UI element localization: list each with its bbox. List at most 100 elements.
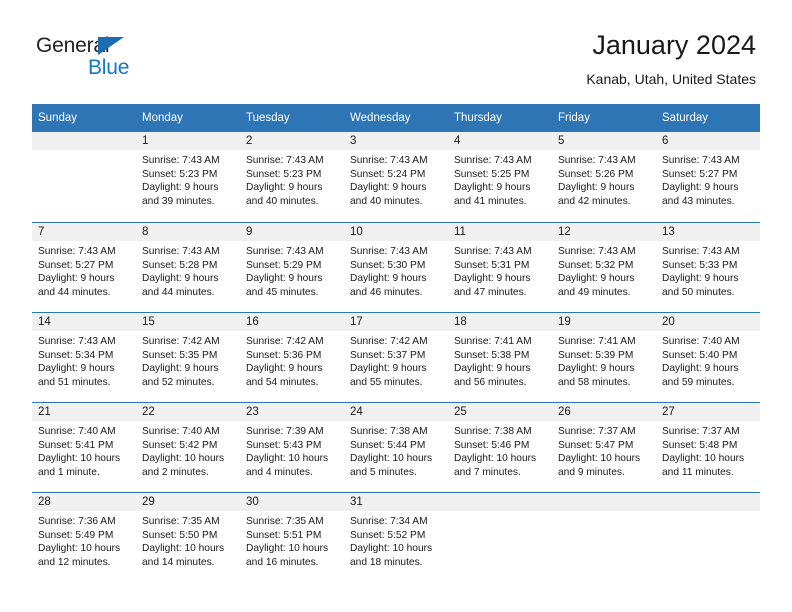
calendar-day-cell[interactable]: 24 Sunrise: 7:38 AM Sunset: 5:44 PM Dayligh… bbox=[344, 402, 448, 492]
calendar-day-cell[interactable]: 30 Sunrise: 7:35 AM Sunset: 5:51 PM Dayligh… bbox=[240, 492, 344, 582]
calendar-day-cell[interactable]: 21 Sunrise: 7:40 AM Sunset: 5:41 PM Dayligh… bbox=[32, 402, 136, 492]
sunrise-text: Sunrise: 7:41 AM bbox=[558, 336, 636, 347]
calendar-day-cell[interactable]: 23 Sunrise: 7:39 AM Sunset: 5:43 PM Dayligh… bbox=[240, 402, 344, 492]
day-details: Sunrise: 7:38 AM Sunset: 5:44 PM Daylight:… bbox=[344, 421, 448, 479]
sunrise-text: Sunrise: 7:35 AM bbox=[246, 516, 324, 527]
sunset-text: Sunset: 5:28 PM bbox=[142, 259, 218, 271]
day-cell-body: 19 Sunrise: 7:41 AM Sunset: 5:39 PM Dayligh… bbox=[552, 312, 656, 402]
logo-text-blue: Blue bbox=[88, 56, 130, 79]
day-cell-body: 30 Sunrise: 7:35 AM Sunset: 5:51 PM Dayligh… bbox=[240, 492, 344, 582]
daylight-text-line2: and 52 minutes. bbox=[142, 376, 215, 388]
daylight-text-line2: and 18 minutes. bbox=[350, 556, 423, 568]
calendar-day-cell[interactable]: 28 Sunrise: 7:36 AM Sunset: 5:49 PM Dayligh… bbox=[32, 492, 136, 582]
day-cell-body: 14 Sunrise: 7:43 AM Sunset: 5:34 PM Dayligh… bbox=[32, 312, 136, 402]
sunrise-text: Sunrise: 7:43 AM bbox=[662, 155, 740, 166]
calendar-day-cell[interactable] bbox=[552, 492, 656, 582]
sunset-text: Sunset: 5:44 PM bbox=[350, 439, 426, 451]
daylight-text-line1: Daylight: 9 hours bbox=[662, 182, 739, 194]
calendar-day-cell[interactable]: 5 Sunrise: 7:43 AM Sunset: 5:26 PM Daylight… bbox=[552, 132, 656, 222]
calendar-day-cell[interactable]: 4 Sunrise: 7:43 AM Sunset: 5:25 PM Daylight… bbox=[448, 132, 552, 222]
day-details: Sunrise: 7:43 AM Sunset: 5:26 PM Daylight:… bbox=[552, 150, 656, 208]
day-details: Sunrise: 7:37 AM Sunset: 5:47 PM Daylight:… bbox=[552, 421, 656, 479]
calendar-day-cell[interactable]: 8 Sunrise: 7:43 AM Sunset: 5:28 PM Daylight… bbox=[136, 222, 240, 312]
day-details: Sunrise: 7:43 AM Sunset: 5:33 PM Daylight:… bbox=[656, 241, 760, 299]
calendar-grid: Sunday Monday Tuesday Wednesday Thursday… bbox=[32, 104, 760, 582]
day-number: 1 bbox=[136, 132, 240, 150]
day-details: Sunrise: 7:42 AM Sunset: 5:35 PM Daylight:… bbox=[136, 331, 240, 389]
daylight-text-line2: and 50 minutes. bbox=[662, 286, 735, 298]
day-number: 10 bbox=[344, 223, 448, 241]
day-cell-body: 8 Sunrise: 7:43 AM Sunset: 5:28 PM Daylight… bbox=[136, 222, 240, 312]
calendar-day-cell[interactable]: 7 Sunrise: 7:43 AM Sunset: 5:27 PM Daylight… bbox=[32, 222, 136, 312]
day-number: 14 bbox=[32, 313, 136, 331]
day-number: 12 bbox=[552, 223, 656, 241]
calendar-day-cell[interactable]: 26 Sunrise: 7:37 AM Sunset: 5:47 PM Dayligh… bbox=[552, 402, 656, 492]
day-details: Sunrise: 7:43 AM Sunset: 5:31 PM Daylight:… bbox=[448, 241, 552, 299]
calendar-day-cell[interactable]: 12 Sunrise: 7:43 AM Sunset: 5:32 PM Dayligh… bbox=[552, 222, 656, 312]
sunrise-text: Sunrise: 7:36 AM bbox=[38, 516, 116, 527]
sunrise-text: Sunrise: 7:42 AM bbox=[142, 336, 220, 347]
daylight-text-line2: and 40 minutes. bbox=[246, 195, 319, 207]
calendar-day-cell[interactable]: 25 Sunrise: 7:38 AM Sunset: 5:46 PM Dayligh… bbox=[448, 402, 552, 492]
day-details: Sunrise: 7:43 AM Sunset: 5:28 PM Daylight:… bbox=[136, 241, 240, 299]
calendar-day-cell[interactable]: 11 Sunrise: 7:43 AM Sunset: 5:31 PM Dayligh… bbox=[448, 222, 552, 312]
day-number bbox=[656, 493, 760, 511]
sunrise-text: Sunrise: 7:43 AM bbox=[38, 246, 116, 257]
calendar-day-cell[interactable]: 3 Sunrise: 7:43 AM Sunset: 5:24 PM Daylight… bbox=[344, 132, 448, 222]
calendar-day-cell[interactable]: 6 Sunrise: 7:43 AM Sunset: 5:27 PM Daylight… bbox=[656, 132, 760, 222]
day-details: Sunrise: 7:35 AM Sunset: 5:50 PM Daylight:… bbox=[136, 511, 240, 569]
calendar-day-cell[interactable]: 20 Sunrise: 7:40 AM Sunset: 5:40 PM Dayligh… bbox=[656, 312, 760, 402]
day-number: 22 bbox=[136, 403, 240, 421]
daylight-text-line2: and 7 minutes. bbox=[454, 466, 521, 478]
sunset-text: Sunset: 5:40 PM bbox=[662, 349, 738, 361]
day-cell-body: 20 Sunrise: 7:40 AM Sunset: 5:40 PM Dayligh… bbox=[656, 312, 760, 402]
day-number: 4 bbox=[448, 132, 552, 150]
calendar-day-cell[interactable] bbox=[448, 492, 552, 582]
day-details: Sunrise: 7:43 AM Sunset: 5:25 PM Daylight:… bbox=[448, 150, 552, 208]
calendar-day-cell[interactable]: 2 Sunrise: 7:43 AM Sunset: 5:23 PM Daylight… bbox=[240, 132, 344, 222]
general-blue-logo[interactable]: General Blue bbox=[36, 34, 296, 90]
calendar-week-row: 21 Sunrise: 7:40 AM Sunset: 5:41 PM Dayligh… bbox=[32, 402, 760, 492]
calendar-day-cell[interactable]: 15 Sunrise: 7:42 AM Sunset: 5:35 PM Dayligh… bbox=[136, 312, 240, 402]
calendar-day-cell[interactable]: 1 Sunrise: 7:43 AM Sunset: 5:23 PM Daylight… bbox=[136, 132, 240, 222]
calendar-day-cell[interactable]: 27 Sunrise: 7:37 AM Sunset: 5:48 PM Dayligh… bbox=[656, 402, 760, 492]
daylight-text-line1: Daylight: 10 hours bbox=[38, 543, 121, 555]
day-details: Sunrise: 7:43 AM Sunset: 5:29 PM Daylight:… bbox=[240, 241, 344, 299]
calendar-day-cell[interactable]: 17 Sunrise: 7:42 AM Sunset: 5:37 PM Dayligh… bbox=[344, 312, 448, 402]
sunrise-text: Sunrise: 7:38 AM bbox=[350, 426, 428, 437]
sunrise-text: Sunrise: 7:42 AM bbox=[246, 336, 324, 347]
day-number: 7 bbox=[32, 223, 136, 241]
daylight-text-line1: Daylight: 9 hours bbox=[38, 273, 115, 285]
calendar-day-cell[interactable] bbox=[656, 492, 760, 582]
sunset-text: Sunset: 5:49 PM bbox=[38, 529, 114, 541]
sunrise-text: Sunrise: 7:37 AM bbox=[558, 426, 636, 437]
sunrise-text: Sunrise: 7:40 AM bbox=[142, 426, 220, 437]
daylight-text-line1: Daylight: 10 hours bbox=[558, 453, 641, 465]
calendar-day-cell[interactable]: 13 Sunrise: 7:43 AM Sunset: 5:33 PM Dayligh… bbox=[656, 222, 760, 312]
weekday-header-sunday: Sunday bbox=[32, 104, 136, 132]
daylight-text-line2: and 45 minutes. bbox=[246, 286, 319, 298]
daylight-text-line2: and 49 minutes. bbox=[558, 286, 631, 298]
calendar-day-cell[interactable]: 18 Sunrise: 7:41 AM Sunset: 5:38 PM Dayligh… bbox=[448, 312, 552, 402]
calendar-day-cell[interactable]: 31 Sunrise: 7:34 AM Sunset: 5:52 PM Dayligh… bbox=[344, 492, 448, 582]
calendar-day-cell[interactable]: 22 Sunrise: 7:40 AM Sunset: 5:42 PM Dayligh… bbox=[136, 402, 240, 492]
daylight-text-line1: Daylight: 10 hours bbox=[662, 453, 745, 465]
sunset-text: Sunset: 5:38 PM bbox=[454, 349, 530, 361]
sunrise-text: Sunrise: 7:43 AM bbox=[558, 155, 636, 166]
day-number: 17 bbox=[344, 313, 448, 331]
calendar-day-cell[interactable]: 19 Sunrise: 7:41 AM Sunset: 5:39 PM Dayligh… bbox=[552, 312, 656, 402]
calendar-day-cell[interactable]: 16 Sunrise: 7:42 AM Sunset: 5:36 PM Dayligh… bbox=[240, 312, 344, 402]
calendar-day-cell[interactable] bbox=[32, 132, 136, 222]
calendar-day-cell[interactable]: 9 Sunrise: 7:43 AM Sunset: 5:29 PM Daylight… bbox=[240, 222, 344, 312]
day-number: 9 bbox=[240, 223, 344, 241]
sunset-text: Sunset: 5:26 PM bbox=[558, 168, 634, 180]
day-cell-body: 22 Sunrise: 7:40 AM Sunset: 5:42 PM Dayligh… bbox=[136, 402, 240, 492]
calendar-day-cell[interactable]: 14 Sunrise: 7:43 AM Sunset: 5:34 PM Dayligh… bbox=[32, 312, 136, 402]
calendar-day-cell[interactable]: 10 Sunrise: 7:43 AM Sunset: 5:30 PM Dayligh… bbox=[344, 222, 448, 312]
calendar-week-row: 7 Sunrise: 7:43 AM Sunset: 5:27 PM Daylight… bbox=[32, 222, 760, 312]
day-cell-body bbox=[552, 492, 656, 582]
sunrise-text: Sunrise: 7:39 AM bbox=[246, 426, 324, 437]
calendar-day-cell[interactable]: 29 Sunrise: 7:35 AM Sunset: 5:50 PM Dayligh… bbox=[136, 492, 240, 582]
daylight-text-line2: and 2 minutes. bbox=[142, 466, 209, 478]
daylight-text-line2: and 59 minutes. bbox=[662, 376, 735, 388]
